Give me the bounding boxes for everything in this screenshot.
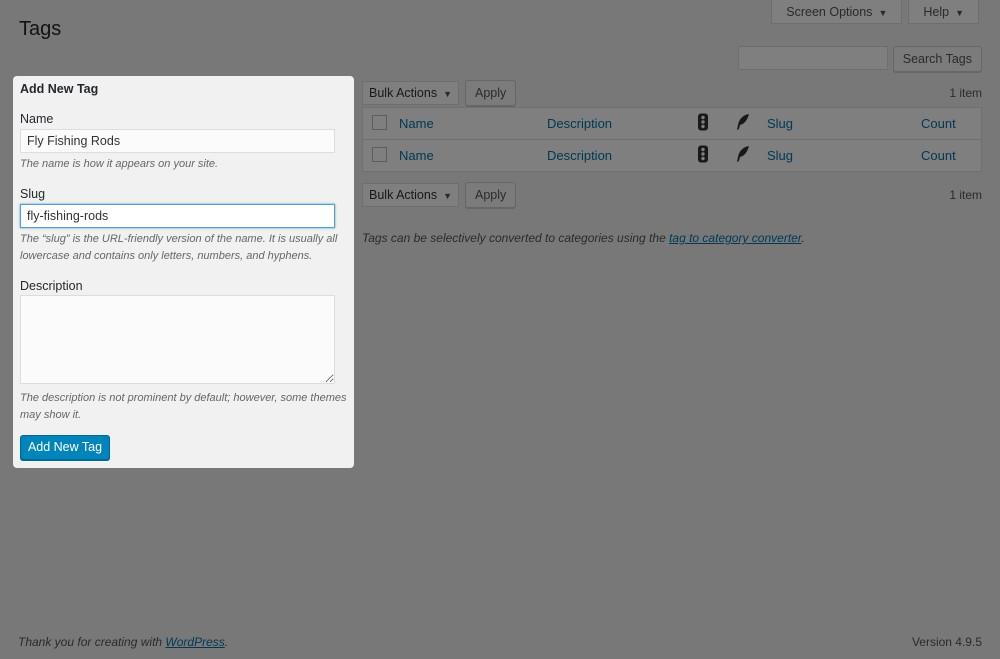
- description-label: Description: [20, 279, 83, 293]
- tag-description-textarea[interactable]: [20, 295, 335, 384]
- slug-hint: The “slug” is the URL-friendly version o…: [20, 233, 338, 262]
- name-label: Name: [20, 112, 54, 126]
- name-hint: The name is how it appears on your site.: [20, 158, 219, 170]
- add-new-tag-panel: Add New Tag Name The name is how it appe…: [13, 76, 354, 468]
- slug-label: Slug: [20, 187, 46, 201]
- tag-name-input[interactable]: [20, 129, 335, 153]
- add-new-tag-button[interactable]: Add New Tag: [20, 435, 110, 460]
- tag-slug-input[interactable]: [20, 204, 335, 228]
- description-hint: The description is not prominent by defa…: [20, 392, 347, 421]
- form-title: Add New Tag: [20, 82, 99, 96]
